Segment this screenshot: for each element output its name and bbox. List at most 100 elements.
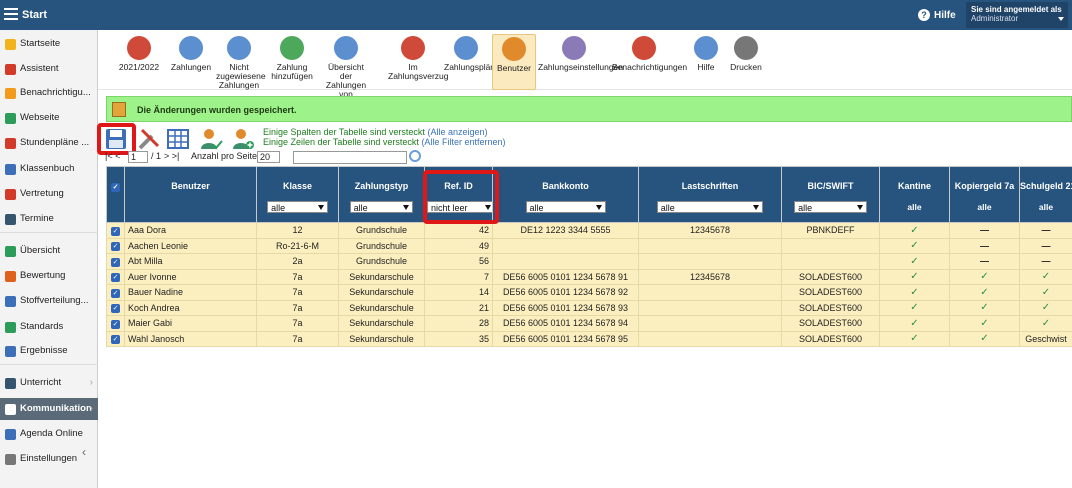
sidebar-item-2[interactable]: Benachrichtigu... <box>0 82 98 104</box>
sidebar-item-3[interactable]: Webseite <box>0 107 98 129</box>
column-filter-dropdown[interactable]: alle <box>1021 202 1072 212</box>
search-icon[interactable] <box>409 150 421 162</box>
column-header-8[interactable]: Kopiergeld 7a alle <box>949 166 1020 223</box>
sidebar-item-0[interactable]: Startseite <box>0 33 98 55</box>
page-select[interactable]: 1 <box>128 151 148 163</box>
sidebar-item-11[interactable]: Standards <box>0 316 98 338</box>
toolbar-button-4[interactable]: Übersicht der Zahlungen von Benutzern <box>324 34 368 108</box>
toolbar-button-6[interactable]: Zahlungspläne <box>444 34 500 90</box>
calendar-icon <box>5 214 16 225</box>
shield-icon <box>5 322 16 333</box>
table-row[interactable]: ✓ Aachen Leonie Ro-21-6-M Grundschule 49 ✓ — — <box>106 237 1072 254</box>
cell-value: Sekundarschule <box>349 318 414 329</box>
sidebar-item-1[interactable]: Assistent <box>0 58 98 80</box>
column-header-6[interactable]: BIC/SWIFT alle <box>781 166 880 223</box>
column-header-5[interactable]: Lastschriften alle <box>638 166 782 223</box>
cell-value: Auer Ivonne <box>128 271 177 282</box>
cell-bank: DE56 6005 0101 1234 5678 92 <box>492 284 639 301</box>
row-checkbox[interactable]: ✓ <box>111 273 120 283</box>
app-title[interactable]: Start <box>22 9 47 21</box>
chat-icon <box>5 404 16 415</box>
per-page-label: Anzahl pro Seite: <box>191 151 260 161</box>
toolbar-button-7[interactable]: Benutzer <box>492 34 536 90</box>
cell-ref: 35 <box>424 330 493 347</box>
table-row[interactable]: ✓ Bauer Nadine 7a Sekundarschule 14 DE56 6005… <box>106 284 1072 301</box>
row-checkbox[interactable]: ✓ <box>111 226 120 236</box>
collapse-sidebar-icon[interactable]: ‹ <box>82 445 86 459</box>
column-header-7[interactable]: Kantine alle <box>879 166 950 223</box>
column-header-9[interactable]: Schulgeld 2121/2122 alle <box>1019 166 1072 223</box>
table-row[interactable]: ✓ Maier Gabi 7a Sekundarschule 28 DE56 6005 0… <box>106 315 1072 332</box>
table-row[interactable]: ✓ Wahl Janosch 7a Sekundarschule 35 DE56 6005… <box>106 330 1072 347</box>
sidebar-item-13[interactable]: Unterricht › <box>0 372 98 394</box>
toolbar-button-10[interactable]: Hilfe <box>688 34 724 90</box>
sidebar-item-6[interactable]: Vertretung <box>0 183 98 205</box>
show-all-link[interactable]: (Alle anzeigen) <box>427 127 487 137</box>
column-filter-select[interactable]: alle <box>525 201 606 213</box>
hint-columns-text: Einige Spalten der Tabelle sind versteck… <box>263 127 425 137</box>
sidebar-item-8[interactable]: Übersicht <box>0 240 98 262</box>
column-filter-dropdown[interactable]: alle <box>951 202 1019 212</box>
row-checkbox[interactable]: ✓ <box>111 242 120 252</box>
cell-value: Sekundarschule <box>349 333 414 344</box>
toolbar-button-1[interactable]: Zahlungen <box>168 34 214 90</box>
row-checkbox[interactable]: ✓ <box>111 288 120 298</box>
user-add-icon[interactable] <box>231 127 255 151</box>
toolbar-button-0[interactable]: 2021/2022 <box>108 34 170 90</box>
sidebar-item-15[interactable]: Agenda Online <box>0 423 98 445</box>
column-filter-select[interactable]: alle <box>656 201 764 213</box>
row-checkbox[interactable]: ✓ <box>111 319 120 329</box>
column-header-4[interactable]: Bankkonto alle <box>492 166 639 223</box>
toolbar-button-8[interactable]: Zahlungseinstellungen <box>538 34 623 90</box>
cell-last <box>638 315 782 332</box>
column-header-0[interactable]: Benutzer <box>124 166 257 223</box>
table-row[interactable]: ✓ Aaa Dora 12 Grundschule 42 DE12 1223 3344 5… <box>106 222 1072 239</box>
cell-value: ✓ <box>980 317 989 329</box>
row-checkbox[interactable]: ✓ <box>111 257 120 267</box>
row-checkbox[interactable]: ✓ <box>111 335 120 345</box>
tools-icon[interactable] <box>137 127 161 151</box>
per-page-input[interactable]: 20 <box>257 151 280 163</box>
sidebar-item-12[interactable]: Ergebnisse <box>0 340 98 362</box>
sidebar-item-10[interactable]: Stoffverteilung... <box>0 290 98 312</box>
table-row[interactable]: ✓ Abt Milla 2a Grundschule 56 ✓ — — <box>106 253 1072 270</box>
toolbar-button-3[interactable]: Zahlung hinzufügen <box>266 34 318 90</box>
pager-next-last[interactable]: > >| <box>164 151 179 161</box>
sidebar-item-4[interactable]: Stundenpläne ... <box>0 132 98 154</box>
column-filter-select[interactable]: alle <box>794 201 867 213</box>
column-filter-select[interactable]: alle <box>267 201 328 213</box>
filter-input[interactable] <box>293 151 407 164</box>
sidebar-item-7[interactable]: Termine <box>0 208 98 230</box>
remove-filters-link[interactable]: (Alle Filter entfernen) <box>421 137 505 147</box>
cell-schul: ✓ <box>1019 284 1072 301</box>
cell-value: Sekundarschule <box>349 271 414 282</box>
column-title: Kantine <box>897 181 931 191</box>
table-columns-icon[interactable] <box>166 127 190 151</box>
cell-value: ✓ <box>980 333 989 345</box>
login-dropdown[interactable]: Sie sind angemeldet als Administrator <box>966 2 1068 28</box>
column-title: Zahlungstyp <box>354 181 409 191</box>
success-message-text: Die Änderungen wurden gespeichert. <box>137 105 297 115</box>
column-header-1[interactable]: Klasse alle <box>256 166 339 223</box>
sidebar-item-14[interactable]: Kommunikation › <box>0 398 98 420</box>
user-check-icon[interactable] <box>199 127 223 151</box>
table-row[interactable]: ✓ Koch Andrea 7a Sekundarschule 21 DE56 6005 … <box>106 299 1072 316</box>
help-link[interactable]: ? Hilfe <box>918 9 956 21</box>
column-filter-select[interactable]: alle <box>349 201 414 213</box>
table-row[interactable]: ✓ Auer Ivonne 7a Sekundarschule 7 DE56 6005 0… <box>106 268 1072 285</box>
hamburger-menu-icon[interactable] <box>4 8 18 20</box>
row-checkbox[interactable]: ✓ <box>111 304 120 314</box>
toolbar-button-5[interactable]: Im Zahlungsverzug <box>388 34 448 90</box>
toolbar-button-2[interactable]: Nicht zugewiesene Zahlungen <box>216 34 266 90</box>
cell-value: 7a <box>292 318 303 329</box>
toolbar-button-9[interactable]: Benachrichtigungen <box>612 34 687 90</box>
sidebar-item-5[interactable]: Klassenbuch <box>0 158 98 180</box>
column-header-2[interactable]: Zahlungstyp alle <box>338 166 425 223</box>
pager-first-prev[interactable]: |< < <box>105 151 120 161</box>
sidebar-item-9[interactable]: Bewertung <box>0 265 98 287</box>
cell-kopier: ✓ <box>949 330 1020 347</box>
toolbar-button-11[interactable]: Drucken <box>724 34 768 90</box>
column-filter-dropdown[interactable]: alle <box>881 202 949 212</box>
sidebar-item-label: Einstellungen <box>20 453 78 464</box>
select-all-checkbox[interactable]: ✓ <box>111 183 120 192</box>
